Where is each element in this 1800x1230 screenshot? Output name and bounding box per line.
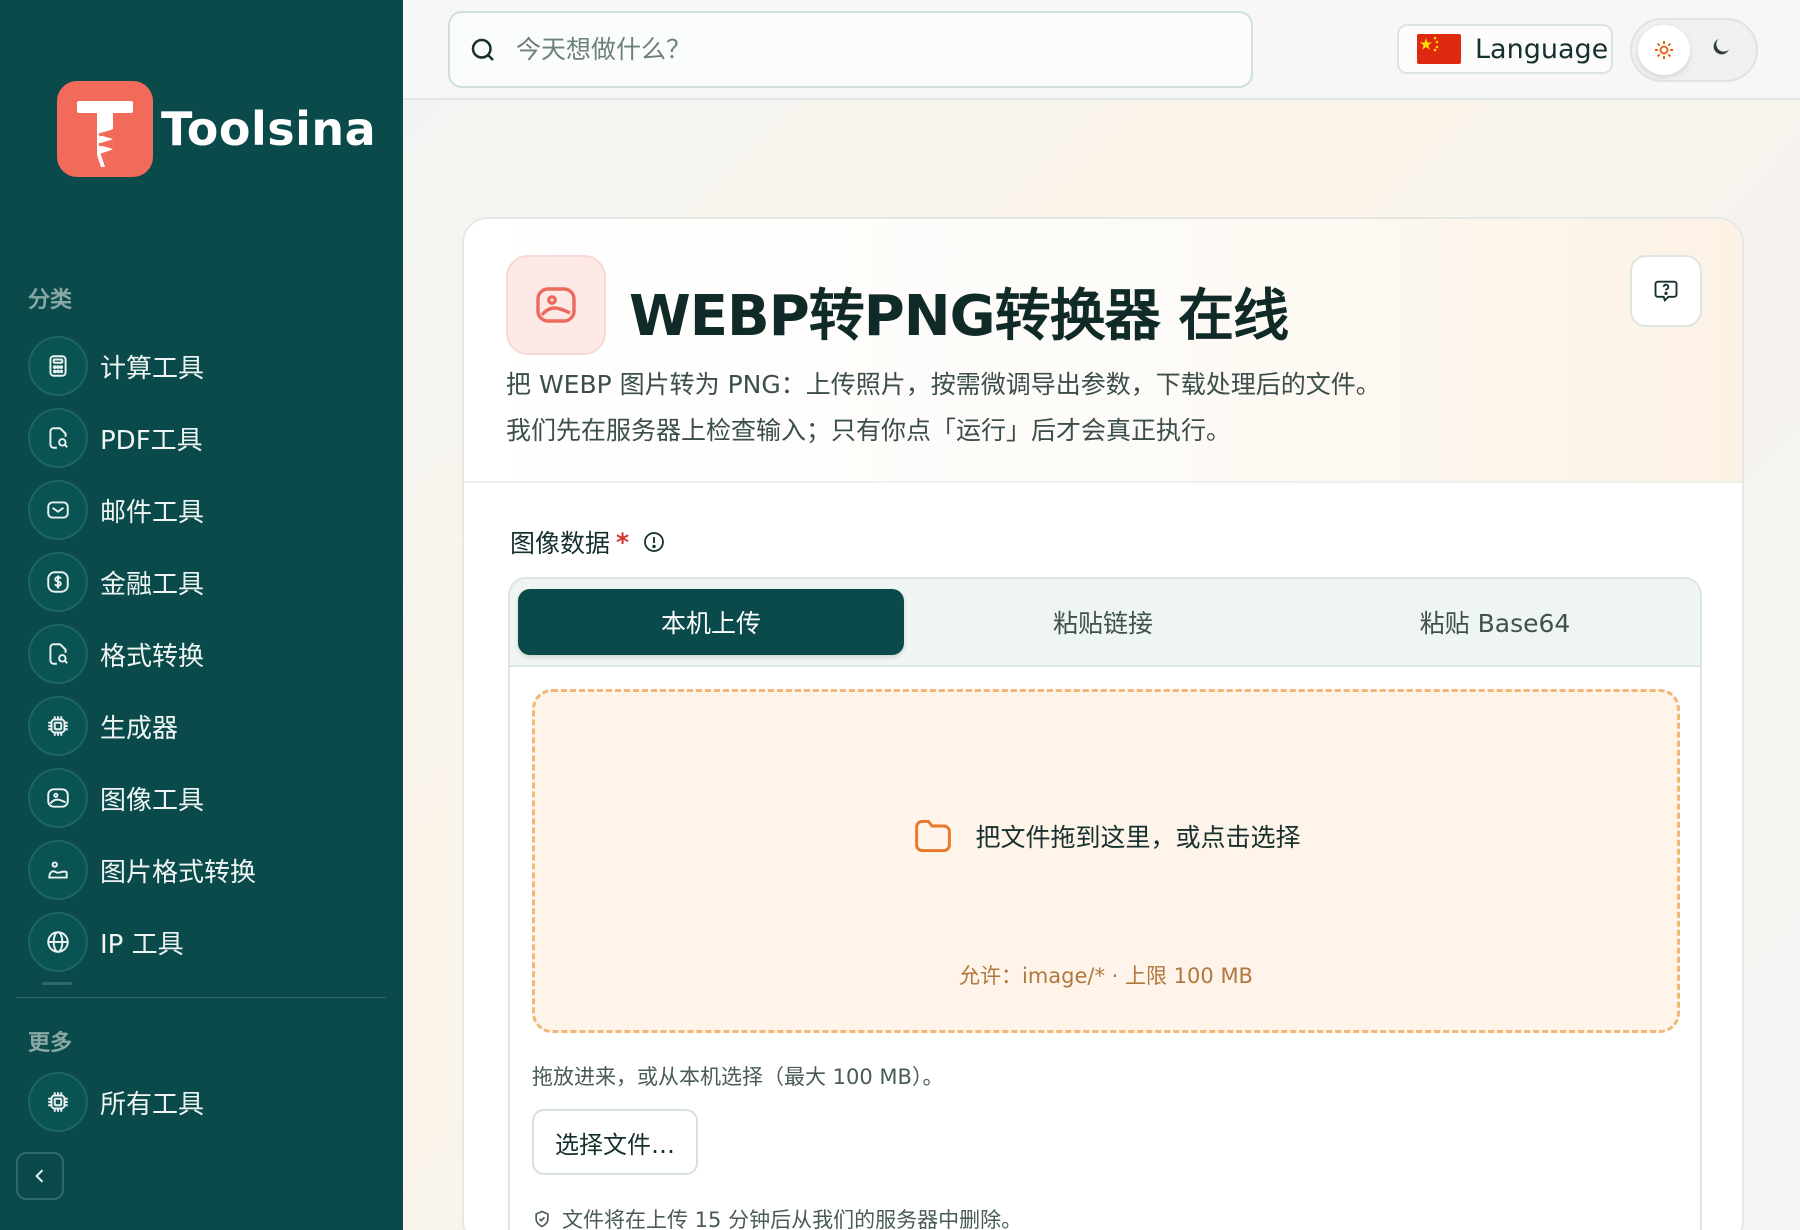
sidebar-item-generator[interactable]: 生成器 [28,695,388,757]
required-marker: * [616,527,630,557]
tab-paste-base64[interactable]: 粘贴 Base64 [1302,589,1688,655]
mail-icon [28,480,88,540]
tool-description-line-2: 我们先在服务器上检查输入；只有你点「运行」后才会真正执行。 [506,416,1232,445]
shield-check-icon [535,1210,549,1228]
calculator-icon [28,336,88,396]
sidebar-item-calculator[interactable]: 计算工具 [28,335,388,397]
sidebar-item-label: 图像工具 [100,785,205,816]
sidebar-item-label: 邮件工具 [100,497,205,528]
upload-hint: 拖放进来，或从本机选择（最大 100 MB）。 [532,1065,944,1089]
language-button[interactable]: Language [1397,24,1613,74]
document-icon [28,408,88,468]
tab-local-upload[interactable]: 本机上传 [518,589,904,655]
globe-icon [28,912,88,972]
choose-file-button[interactable]: 选择文件… [532,1109,698,1175]
chip-icon [28,1072,88,1132]
tool-description-line-1: 把 WEBP 图片转为 PNG：上传照片，按需微调导出参数，下载处理后的文件。 [506,370,1381,399]
china-flag-icon [1417,34,1461,64]
image-icon [28,768,88,828]
retention-note-text: 文件将在上传 15 分钟后从我们的服务器中删除。 [562,1208,1023,1230]
help-button[interactable] [1630,255,1702,327]
convert-icon [28,624,88,684]
language-label: Language [1475,33,1609,65]
dollar-icon [28,552,88,612]
page-title: WEBP转PNG转换器 在线 [629,284,1289,349]
sidebar-item-all-tools[interactable]: 所有工具 [28,1071,388,1133]
moon-icon[interactable] [1708,34,1734,60]
sidebar-item-pdf[interactable]: PDF工具 [28,407,388,469]
sidebar-item-label: 计算工具 [100,353,205,384]
input-source-tabs: 本机上传 粘贴链接 粘贴 Base64 [510,579,1700,667]
dropzone-text: 把文件拖到这里，或点击选择 [975,823,1301,852]
file-dropzone[interactable]: 把文件拖到这里，或点击选择 允许：image/* · 上限 100 MB [532,689,1680,1033]
brand-logo[interactable]: Toolsina [57,81,376,177]
theme-toggle[interactable] [1630,18,1758,82]
sidebar-collapse-button[interactable] [16,1152,64,1200]
tool-header: WEBP转PNG转换器 在线 把 WEBP 图片转为 PNG：上传照片，按需微调… [464,219,1742,483]
search-icon [471,38,494,61]
sidebar: Toolsina 分类 计算工具 PDF工具 邮件工具 金融工具 格式转换 生成… [0,0,403,1230]
brand-name: Toolsina [161,102,377,156]
sidebar-item-label: 生成器 [100,713,179,744]
toolsina-logo-icon [57,81,153,177]
tool-card: WEBP转PNG转换器 在线 把 WEBP 图片转为 PNG：上传照片，按需微调… [462,217,1744,1230]
search-bar[interactable] [448,11,1253,88]
sidebar-item-image-format-convert[interactable]: 图片格式转换 [28,839,388,901]
sidebar-item-ip-tools[interactable]: IP 工具 [28,911,388,973]
field-label-image-data: 图像数据 * [510,524,667,560]
dropzone-prompt: 把文件拖到这里，或点击选择 [535,816,1677,856]
sidebar-item-label: 所有工具 [100,1089,205,1120]
sidebar-item-label: PDF工具 [100,425,203,456]
topbar: Language [403,0,1800,100]
sidebar-item-format-convert[interactable]: 格式转换 [28,623,388,685]
tab-paste-link[interactable]: 粘贴链接 [910,589,1296,655]
search-input[interactable] [516,35,1216,64]
section-label-more: 更多 [28,1031,73,1056]
sidebar-item-image-tools[interactable]: 图像工具 [28,767,388,829]
field-label-text: 图像数据 [510,529,611,558]
dropzone-allowed-types: 允许：image/* · 上限 100 MB [959,964,1253,988]
help-chat-icon [1654,280,1678,303]
chip-icon [28,696,88,756]
sidebar-scroll-indicator [42,982,72,985]
sun-icon[interactable] [1638,25,1690,75]
image-convert-icon [28,840,88,900]
image-icon [506,255,606,355]
section-label-categories: 分类 [28,288,73,313]
sidebar-item-mail[interactable]: 邮件工具 [28,479,388,541]
chevron-left-icon [35,1169,44,1183]
sidebar-item-label: 金融工具 [100,569,205,600]
sidebar-item-label: 图片格式转换 [100,857,257,888]
sidebar-divider [16,997,386,998]
info-icon[interactable] [641,529,667,555]
sidebar-item-finance[interactable]: 金融工具 [28,551,388,613]
folder-icon [915,820,952,852]
input-source-panel: 本机上传 粘贴链接 粘贴 Base64 把文件拖到这里，或点击选择 允许：ima… [508,577,1702,1230]
sidebar-item-label: 格式转换 [100,641,205,672]
sidebar-item-label: IP 工具 [100,929,184,960]
retention-note: 文件将在上传 15 分钟后从我们的服务器中删除。 [532,1204,1022,1230]
